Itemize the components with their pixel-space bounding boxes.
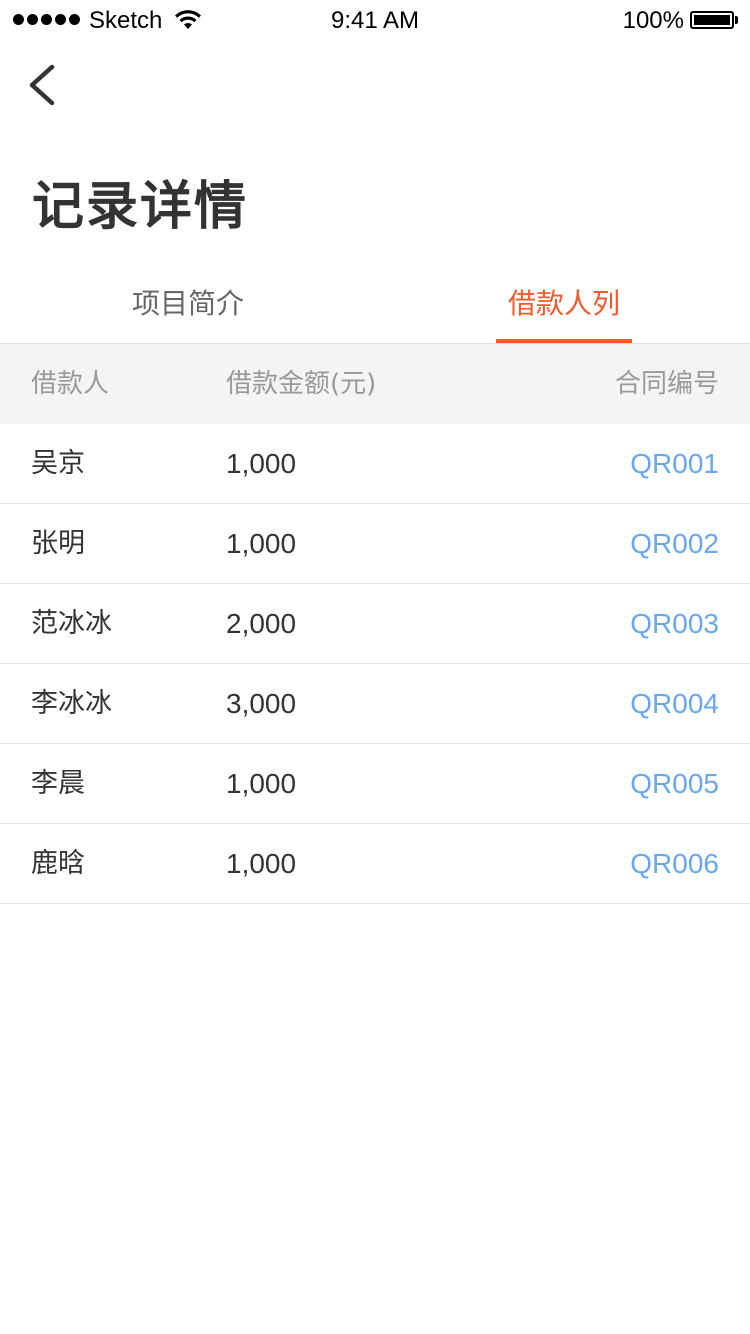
borrower-name: 吴京 <box>31 448 85 479</box>
tab-project-intro[interactable]: 项目简介 <box>132 270 244 343</box>
header-contract-no: 合同编号 <box>614 369 719 399</box>
borrower-name: 李晨 <box>31 768 85 799</box>
contract-link[interactable]: QR005 <box>630 744 719 823</box>
page-title: 记录详情 <box>32 177 249 237</box>
status-bar: Sketch 9:41 AM 100% <box>0 0 750 40</box>
borrower-name: 李冰冰 <box>31 688 112 719</box>
borrower-name: 鹿晗 <box>31 848 85 879</box>
battery-tip <box>735 16 738 24</box>
header-amount: 借款金额(元) <box>226 369 377 399</box>
loan-amount: 1,000 <box>226 448 297 479</box>
table-row: 李冰冰 3,000 QR004 <box>0 664 750 744</box>
table-header: 借款人 借款金额(元) 合同编号 <box>0 344 750 424</box>
table-row: 吴京 1,000 QR001 <box>0 424 750 504</box>
loan-amount: 1,000 <box>226 848 297 879</box>
contract-link[interactable]: QR001 <box>630 424 719 503</box>
table-row: 张明 1,000 QR002 <box>0 504 750 584</box>
borrower-name: 范冰冰 <box>31 608 112 639</box>
battery-icon <box>690 11 734 29</box>
table-row: 李晨 1,000 QR005 <box>0 744 750 824</box>
borrower-name: 张明 <box>31 528 85 559</box>
loan-amount: 1,000 <box>226 528 297 559</box>
screen: Sketch 9:41 AM 100% 记录详情 项目简介 借款人列表 借款人 … <box>0 0 750 1334</box>
borrower-table: 借款人 借款金额(元) 合同编号 吴京 1,000 QR001 张明 1,000… <box>0 344 750 904</box>
loan-amount: 1,000 <box>226 768 297 799</box>
battery-percentage: 100% <box>622 7 684 34</box>
contract-link[interactable]: QR004 <box>630 664 719 743</box>
tab-bar: 项目简介 借款人列表 <box>0 270 750 388</box>
active-tab-indicator <box>496 339 632 343</box>
contract-link[interactable]: QR006 <box>630 824 719 903</box>
table-row: 鹿晗 1,000 QR006 <box>0 824 750 904</box>
tab-borrower-list[interactable]: 借款人列表 <box>495 270 633 388</box>
loan-amount: 3,000 <box>226 688 297 719</box>
loan-amount: 2,000 <box>226 608 297 639</box>
back-button[interactable] <box>22 60 66 110</box>
chevron-left-icon <box>29 64 55 106</box>
contract-link[interactable]: QR003 <box>630 584 719 663</box>
header-borrower: 借款人 <box>31 369 110 399</box>
table-row: 范冰冰 2,000 QR003 <box>0 584 750 664</box>
contract-link[interactable]: QR002 <box>630 504 719 583</box>
